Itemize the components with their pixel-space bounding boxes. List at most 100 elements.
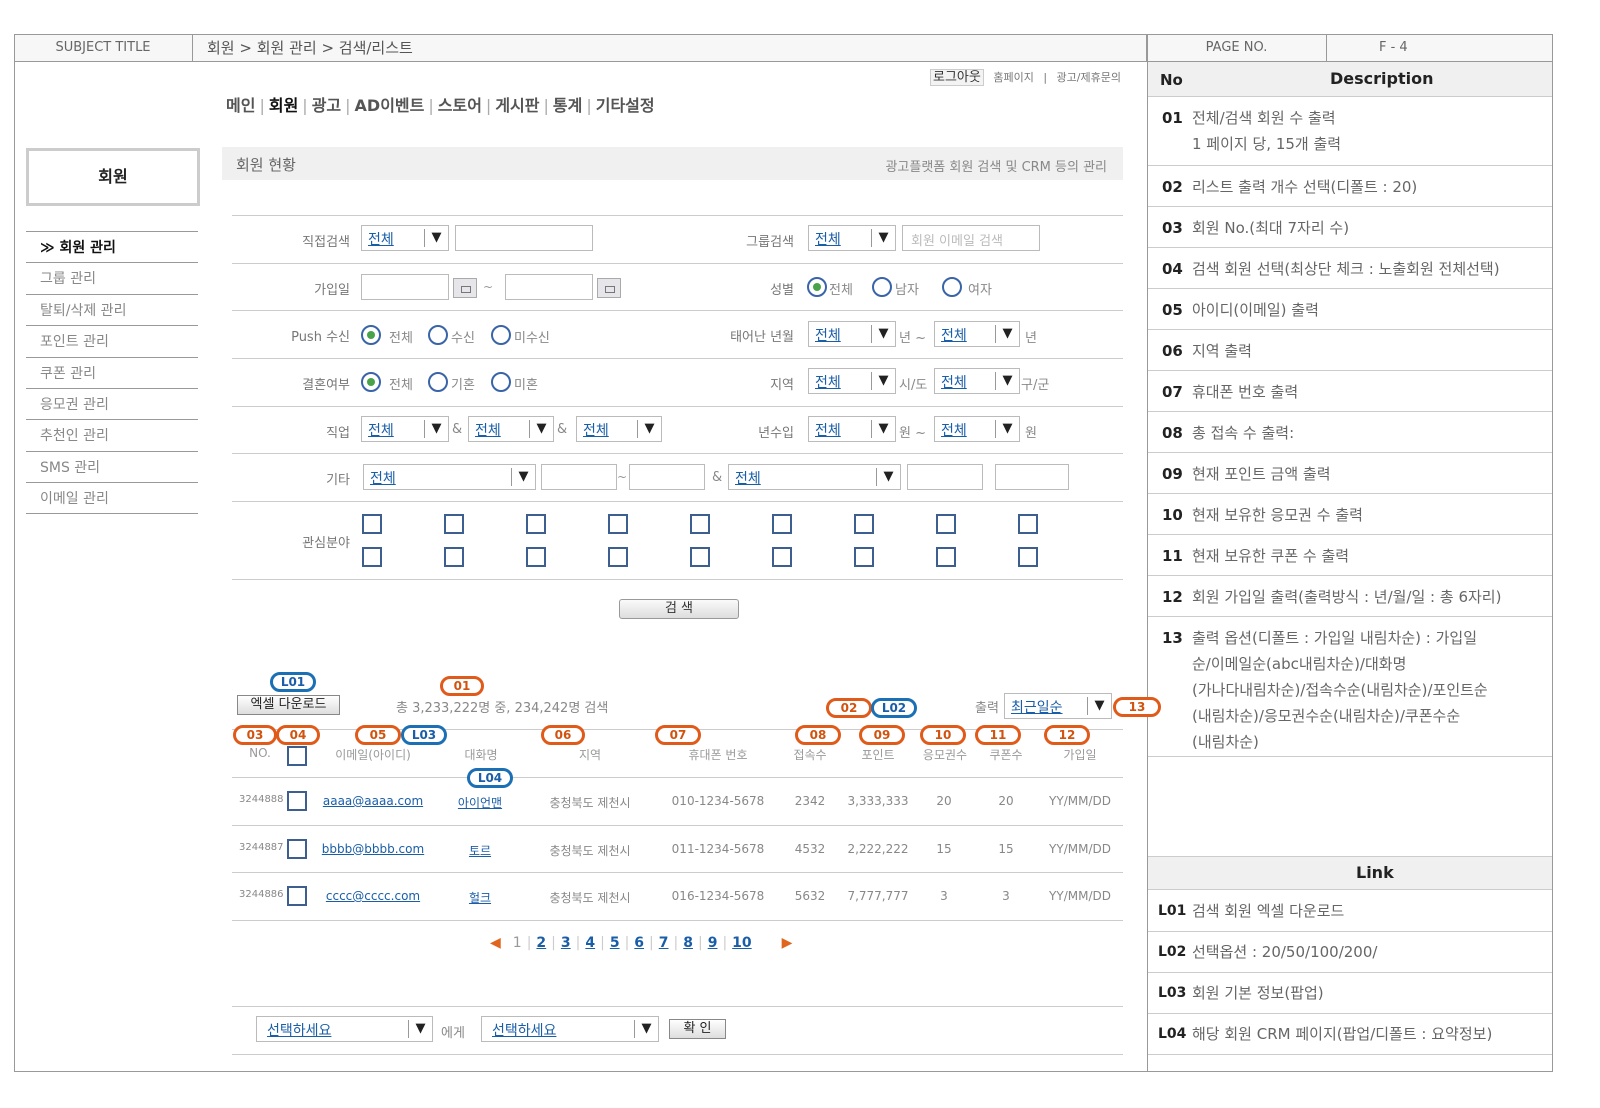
interest-checkbox[interactable] <box>936 514 956 534</box>
interest-checkbox[interactable] <box>444 514 464 534</box>
birth-month-select[interactable]: 전체 ▼ <box>934 321 1020 347</box>
nav-item[interactable]: AD이벤트 <box>355 96 425 115</box>
sidebar-item[interactable]: 탈퇴/삭제 관리 <box>26 293 198 325</box>
job-select-2[interactable]: 전체 ▼ <box>468 416 554 442</box>
output-order-select[interactable]: 최근일순 ▼ <box>1004 693 1112 719</box>
sidebar-item-member-manage[interactable]: ≫ 회원 관리 <box>26 231 198 262</box>
interest-checkbox[interactable] <box>936 547 956 567</box>
married-all-radio[interactable] <box>361 372 381 392</box>
join-date-to-input[interactable] <box>505 274 593 300</box>
sidebar-item[interactable]: 추천인 관리 <box>26 419 198 450</box>
nav-item[interactable]: 스토어 <box>438 96 482 115</box>
description-row: 09 현재 포인트 금액 출력 <box>1148 453 1552 494</box>
nav-item[interactable]: 기타설정 <box>596 96 655 115</box>
member-email-link[interactable]: cccc@cccc.com <box>318 889 428 903</box>
region-sido-select[interactable]: 전체 ▼ <box>808 368 896 394</box>
page-link[interactable]: 8 <box>683 935 693 951</box>
join-date-from-input[interactable] <box>361 274 449 300</box>
etc-to-input[interactable] <box>629 464 705 490</box>
interest-checkbox[interactable] <box>444 547 464 567</box>
direct-search-select[interactable]: 전체 ▼ <box>361 225 449 251</box>
interest-checkbox[interactable] <box>690 514 710 534</box>
interest-checkbox[interactable] <box>1018 547 1038 567</box>
etc-select-2[interactable]: 전체 ▼ <box>728 464 901 490</box>
row-checkbox[interactable] <box>287 886 307 906</box>
page-link[interactable]: 2 <box>536 935 546 951</box>
page-link[interactable]: 10 <box>732 935 751 951</box>
member-email-link[interactable]: bbbb@bbbb.com <box>318 842 428 856</box>
region-gugun-select[interactable]: 전체 ▼ <box>934 368 1020 394</box>
select-all-checkbox[interactable] <box>287 746 307 766</box>
push-yes-radio[interactable] <box>428 325 448 345</box>
page-link[interactable]: 7 <box>659 935 669 951</box>
group-search-select[interactable]: 전체 ▼ <box>808 225 896 251</box>
interest-checkbox[interactable] <box>772 547 792 567</box>
nickname-link[interactable]: 토르 <box>450 842 510 859</box>
married-no-radio[interactable] <box>491 372 511 392</box>
interest-checkbox[interactable] <box>362 547 382 567</box>
no-header: No <box>1160 71 1183 89</box>
dropdown-arrow-icon: ▼ <box>408 1020 432 1038</box>
job-select-1[interactable]: 전체 ▼ <box>361 416 449 442</box>
income-from-select[interactable]: 전체 ▼ <box>808 416 896 442</box>
etc-select-1[interactable]: 전체 ▼ <box>363 464 536 490</box>
next-page-icon[interactable]: ▶ <box>782 935 793 951</box>
interest-checkbox[interactable] <box>526 514 546 534</box>
interest-checkbox[interactable] <box>526 547 546 567</box>
logout-button[interactable]: 로그아웃 <box>930 69 984 86</box>
row-checkbox[interactable] <box>287 838 307 859</box>
calendar-icon[interactable] <box>597 278 621 298</box>
nav-item[interactable]: 회원 <box>269 96 298 115</box>
page-link[interactable]: 9 <box>708 935 718 951</box>
calendar-icon[interactable] <box>453 278 477 298</box>
gender-male-radio[interactable] <box>872 277 892 297</box>
push-no-radio[interactable] <box>491 325 511 345</box>
page-link[interactable]: 6 <box>634 935 644 951</box>
gender-all-radio[interactable] <box>807 277 827 297</box>
interest-checkbox[interactable] <box>690 547 710 567</box>
gender-female-radio[interactable] <box>942 277 962 297</box>
confirm-button[interactable]: 확 인 <box>669 1019 726 1039</box>
etc-input-4[interactable] <box>995 464 1069 490</box>
nickname-link[interactable]: 헐크 <box>450 889 510 906</box>
etc-from-input[interactable] <box>541 464 617 490</box>
nav-item[interactable]: 메인 <box>226 96 255 115</box>
sidebar-item[interactable]: 쿠폰 관리 <box>26 356 198 388</box>
job-select-3[interactable]: 전체 ▼ <box>576 416 662 442</box>
etc-input-3[interactable] <box>907 464 983 490</box>
bottom-select-2[interactable]: 선택하세요 ▼ <box>481 1016 659 1042</box>
sidebar-item[interactable]: SMS 관리 <box>26 450 198 482</box>
row-checkbox[interactable] <box>287 791 307 811</box>
prev-page-icon[interactable]: ◀ <box>490 935 501 951</box>
nav-item[interactable]: 광고 <box>312 96 341 115</box>
interest-checkbox[interactable] <box>362 514 382 534</box>
direct-search-input[interactable] <box>455 225 593 251</box>
nickname-link[interactable]: 아이언맨 <box>450 794 510 811</box>
contact-link[interactable]: 광고/제휴문의 <box>1057 71 1121 84</box>
nav-item[interactable]: 게시판 <box>495 96 539 115</box>
page-link[interactable]: 5 <box>610 935 620 951</box>
email-search-input[interactable]: 회원 이메일 검색 <box>902 225 1040 251</box>
push-all-radio[interactable] <box>361 325 381 345</box>
page-link[interactable]: 4 <box>585 935 595 951</box>
interest-checkbox[interactable] <box>608 547 628 567</box>
page-link[interactable]: 3 <box>561 935 571 951</box>
married-yes-radio[interactable] <box>428 372 448 392</box>
member-email-link[interactable]: aaaa@aaaa.com <box>318 794 428 808</box>
sidebar-item[interactable]: 이메일 관리 <box>26 482 198 513</box>
nav-item[interactable]: 통계 <box>553 96 582 115</box>
excel-download-button[interactable]: 엑셀 다운로드 <box>237 695 340 715</box>
sidebar-item[interactable]: 응모권 관리 <box>26 388 198 419</box>
search-button[interactable]: 검 색 <box>619 599 739 619</box>
sidebar-item[interactable]: 포인트 관리 <box>26 325 198 356</box>
interest-checkbox[interactable] <box>854 547 874 567</box>
birth-year-select[interactable]: 전체 ▼ <box>808 321 896 347</box>
interest-checkbox[interactable] <box>1018 514 1038 534</box>
interest-checkbox[interactable] <box>772 514 792 534</box>
income-to-select[interactable]: 전체 ▼ <box>934 416 1020 442</box>
sidebar-item[interactable]: 그룹 관리 <box>26 262 198 293</box>
bottom-select-1[interactable]: 선택하세요 ▼ <box>256 1016 433 1042</box>
interest-checkbox[interactable] <box>854 514 874 534</box>
home-link[interactable]: 홈페이지 <box>993 71 1033 84</box>
interest-checkbox[interactable] <box>608 514 628 534</box>
